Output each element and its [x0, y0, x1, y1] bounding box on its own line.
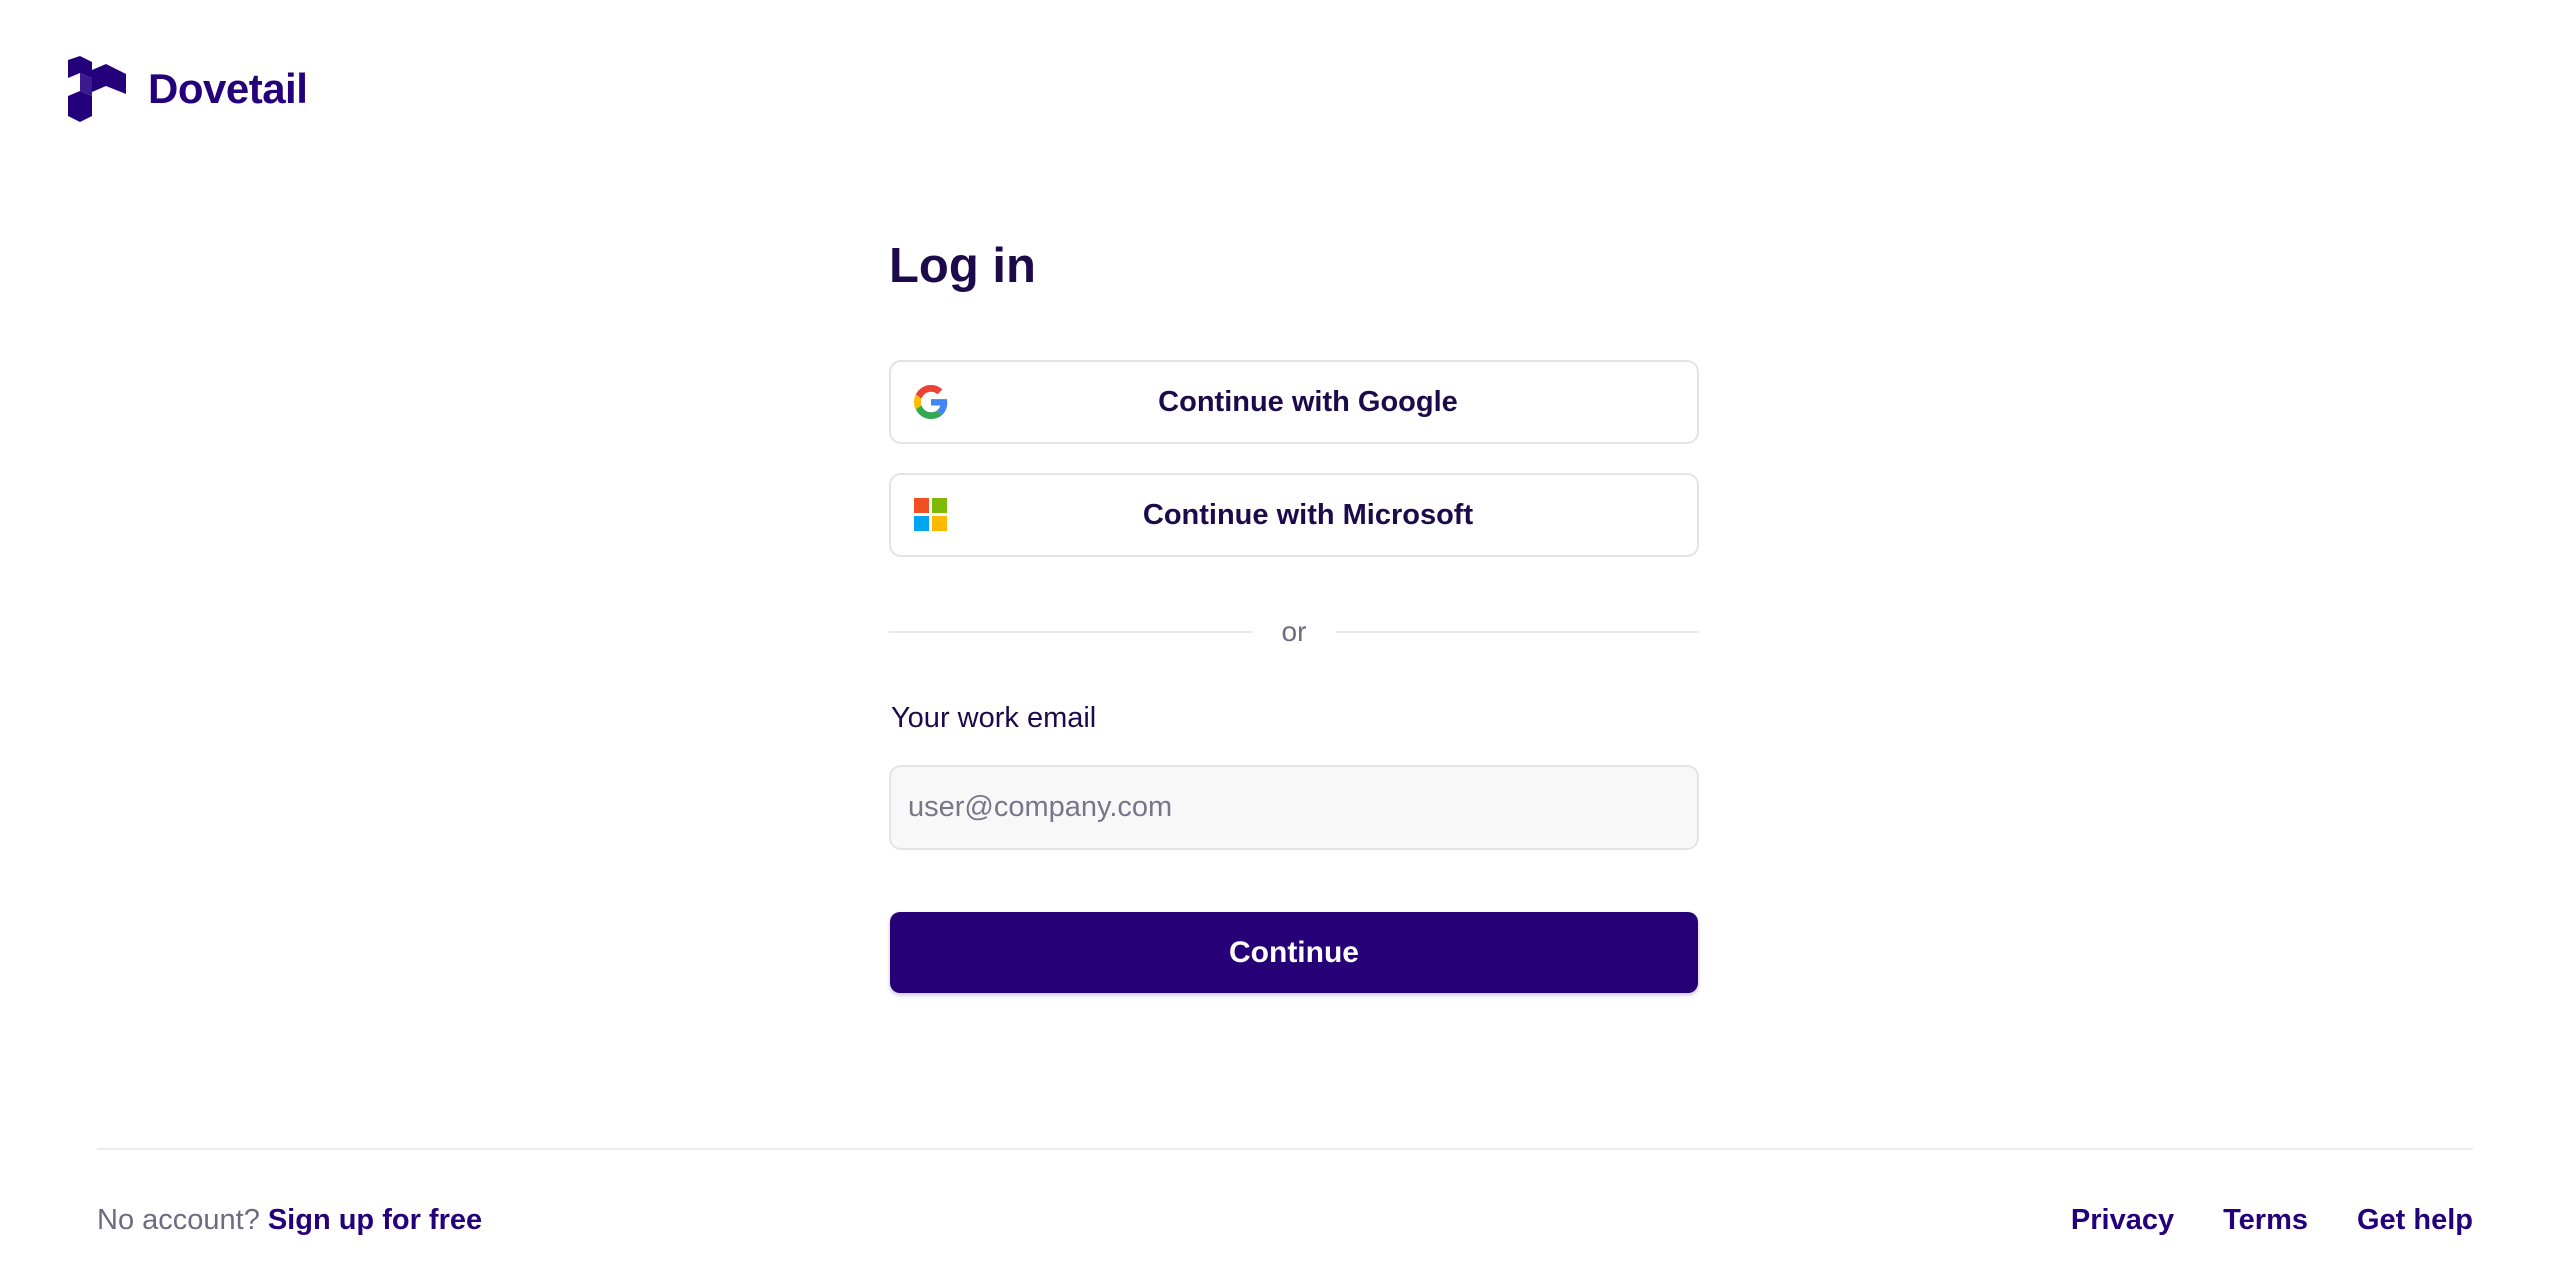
brand-name: Dovetail — [148, 65, 308, 112]
continue-with-microsoft-button[interactable]: Continue with Microsoft — [889, 473, 1699, 557]
email-label: Your work email — [891, 702, 1097, 734]
google-icon — [914, 385, 948, 419]
page-title: Log in — [889, 239, 1036, 293]
divider-text: or — [1281, 616, 1307, 647]
google-button-label: Continue with Google — [1158, 385, 1458, 418]
email-field[interactable] — [889, 765, 1699, 850]
sign-up-link[interactable]: Sign up for free — [268, 1204, 482, 1236]
or-divider: or — [889, 610, 1699, 654]
get-help-link[interactable]: Get help — [2357, 1200, 2473, 1240]
privacy-link[interactable]: Privacy — [2071, 1200, 2174, 1240]
brand-logo[interactable]: Dovetail — [68, 56, 308, 122]
footer-signup: No account? Sign up for free — [97, 1200, 482, 1240]
footer-divider — [97, 1148, 2473, 1150]
login-form: Log in Continue with Google Continue wit… — [889, 230, 1699, 993]
divider-line-left — [889, 631, 1252, 633]
microsoft-icon — [914, 498, 948, 532]
microsoft-button-label: Continue with Microsoft — [1142, 498, 1474, 531]
no-account-text: No account? — [97, 1204, 260, 1236]
continue-with-google-button[interactable]: Continue with Google — [889, 360, 1699, 444]
footer-links: Privacy Terms Get help — [2071, 1200, 2473, 1240]
continue-button[interactable]: Continue — [890, 912, 1698, 993]
divider-line-right — [1336, 631, 1699, 633]
terms-link[interactable]: Terms — [2223, 1200, 2308, 1240]
dovetail-logo-icon — [68, 56, 126, 122]
